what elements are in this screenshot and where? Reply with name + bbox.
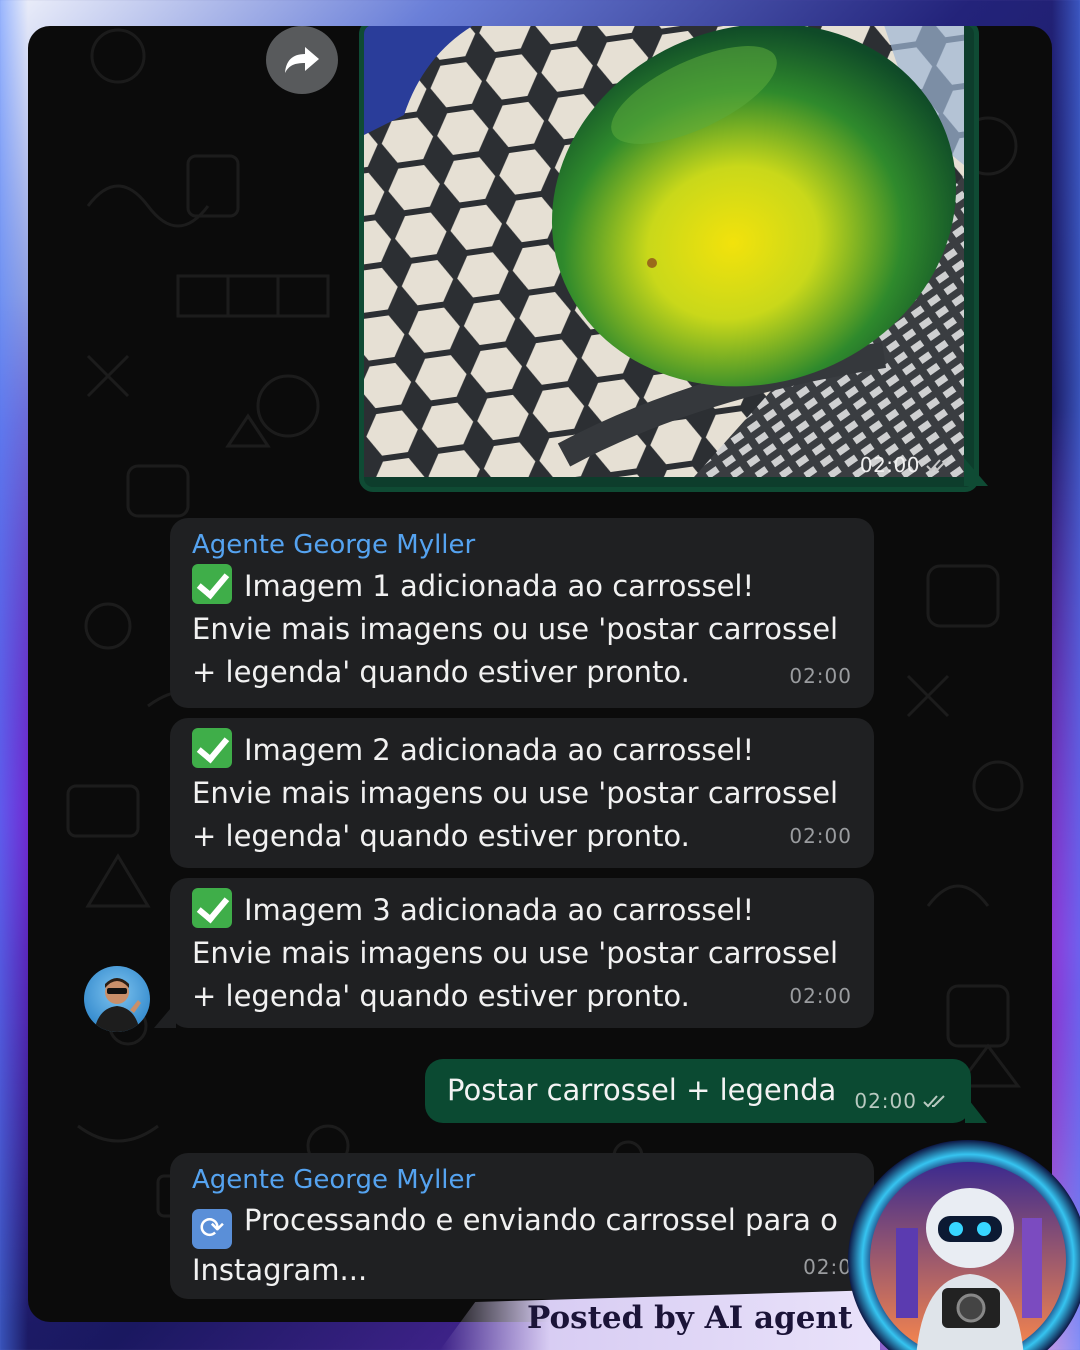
bubble-tail [965,1095,987,1123]
check-mark-icon [192,728,232,768]
message-time: 02:00 [789,664,852,688]
message-text: Envie mais imagens ou use 'postar carros… [192,776,839,810]
outgoing-message[interactable]: Postar carrossel + legenda 02:00 [425,1059,987,1123]
incoming-message-1[interactable]: Agente George Myller Imagem 1 adicionada… [170,518,874,708]
sender-name[interactable]: Agente George Myller [192,528,852,562]
outgoing-message-text: Postar carrossel + legenda [447,1073,837,1107]
posted-by-text: Posted by AI agent [527,1300,853,1336]
message-time: 02:00 [789,984,852,1008]
incoming-message-3[interactable]: Imagem 3 adicionada ao carrossel! Envie … [154,878,874,1028]
message-text: + legenda' quando estiver pronto. [192,655,690,689]
message-text: Processando e enviando carrossel para o [244,1203,838,1237]
incoming-message-4[interactable]: Agente George Myller ⟳ Processando e envi… [170,1153,874,1299]
message-text: + legenda' quando estiver pronto. [192,979,690,1013]
message-line: ⟳ Processando e enviando carrossel para o [192,1199,852,1249]
message-text: Imagem 2 adicionada ao carrossel! [244,733,755,767]
message-text: Envie mais imagens ou use 'postar carros… [192,612,839,646]
bubble-tail [154,1002,176,1028]
message-time: 02:00 [789,824,852,848]
image-message-time: 02:00 [860,453,952,477]
photo-papaya-on-grate [364,26,964,477]
incoming-message-2[interactable]: Imagem 2 adicionada ao carrossel! Envie … [170,718,874,868]
message-text: Imagem 3 adicionada ao carrossel! [244,893,755,927]
avatar-person-image [94,978,141,1032]
image-message-bubble[interactable]: 02:00 [359,26,979,492]
message-text: Envie mais imagens ou use 'postar carros… [192,936,839,970]
double-check-icon [923,1095,945,1108]
image-time-text: 02:00 [859,453,920,477]
message-text: + legenda' quando estiver pronto. [192,819,690,853]
message-text: Imagem 1 adicionada ao carrossel! [244,569,755,603]
message-line: Imagem 1 adicionada ao carrossel! [192,564,852,608]
forward-button[interactable] [266,26,338,94]
image-bubble-tail [964,458,988,486]
message-line: Imagem 3 adicionada ao carrossel! [192,888,852,932]
sender-name[interactable]: Agente George Myller [192,1163,852,1197]
outgoing-time-text: 02:00 [854,1089,917,1113]
message-time: 02:0 [803,1255,852,1279]
refresh-icon: ⟳ [192,1209,232,1249]
chat-screen[interactable]: 02:00 Agente George Myller Imagem 1 adic… [28,26,1052,1322]
forward-arrow-icon [285,47,319,73]
message-line: Imagem 2 adicionada ao carrossel! [192,728,852,772]
double-check-icon [926,459,948,472]
message-text: Instagram... [192,1253,368,1287]
sender-avatar[interactable] [84,966,150,1032]
check-mark-icon [192,564,232,604]
outgoing-message-time: 02:00 [854,1089,949,1113]
check-mark-icon [192,888,232,928]
